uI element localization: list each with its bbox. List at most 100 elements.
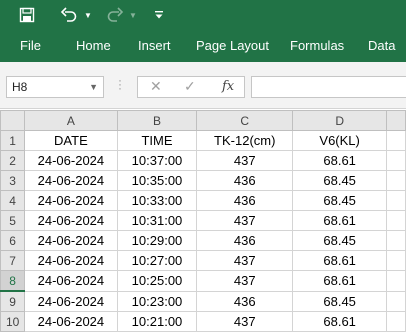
- formula-bar-resize-handle[interactable]: · · ·: [118, 74, 122, 94]
- insert-function-icon[interactable]: fx: [222, 79, 234, 94]
- row-header[interactable]: 6: [0, 230, 26, 251]
- cell[interactable]: 437: [196, 270, 294, 292]
- tab-formulas[interactable]: Formulas: [290, 38, 344, 53]
- cell[interactable]: 437: [196, 210, 294, 231]
- cell[interactable]: [386, 130, 406, 151]
- table-row: 6 24-06-2024 10:29:00 436 68.45: [0, 230, 406, 251]
- table-row: 2 24-06-2024 10:37:00 437 68.61: [0, 150, 406, 171]
- tab-data[interactable]: Data: [368, 38, 395, 53]
- table-row: 10 24-06-2024 10:21:00 437 68.61: [0, 311, 406, 332]
- save-icon[interactable]: [14, 3, 40, 27]
- customize-qat-icon[interactable]: [152, 3, 166, 27]
- cell[interactable]: 10:33:00: [116, 190, 198, 211]
- cell[interactable]: 436: [196, 170, 294, 191]
- row-header[interactable]: 10: [0, 311, 26, 332]
- cell[interactable]: [386, 290, 406, 312]
- cell[interactable]: 24-06-2024: [24, 311, 118, 332]
- formula-bar: H8 ▼ · · · ✕ ✓ fx: [0, 68, 406, 109]
- cell[interactable]: 24-06-2024: [24, 190, 118, 211]
- cell[interactable]: TIME: [116, 130, 198, 151]
- quick-access-toolbar: ▼ ▼: [0, 0, 406, 30]
- cell[interactable]: 436: [196, 290, 294, 312]
- cell[interactable]: 68.61: [292, 311, 388, 332]
- cell[interactable]: 10:37:00: [116, 150, 198, 171]
- cell[interactable]: 10:23:00: [116, 290, 198, 312]
- enter-icon[interactable]: ✓: [184, 78, 196, 95]
- cell[interactable]: TK-12(cm): [196, 130, 294, 151]
- formula-input[interactable]: [251, 76, 406, 98]
- table-row: 9 24-06-2024 10:23:00 436 68.45: [0, 290, 406, 312]
- cell[interactable]: 436: [196, 230, 294, 251]
- cell[interactable]: DATE: [24, 130, 118, 151]
- cell[interactable]: 10:31:00: [116, 210, 198, 231]
- cell[interactable]: 10:25:00: [116, 270, 198, 292]
- cell[interactable]: 68.45: [292, 230, 388, 251]
- cancel-icon[interactable]: ✕: [150, 78, 162, 95]
- column-header-a[interactable]: A: [24, 110, 118, 131]
- cell[interactable]: 24-06-2024: [24, 150, 118, 171]
- select-all-corner[interactable]: [0, 110, 26, 131]
- cell[interactable]: 437: [196, 250, 294, 271]
- row-header[interactable]: 2: [0, 150, 26, 171]
- row-header[interactable]: 3: [0, 170, 26, 191]
- cell[interactable]: 68.45: [292, 170, 388, 191]
- name-box[interactable]: H8 ▼: [6, 76, 104, 98]
- cell[interactable]: 436: [196, 190, 294, 211]
- tab-page-layout[interactable]: Page Layout: [196, 38, 269, 53]
- cell[interactable]: [386, 250, 406, 271]
- worksheet-grid: A B C D 1 DATE TIME TK-12(cm) V6(KL) 2 24-06-2…: [0, 110, 406, 332]
- tab-file[interactable]: File: [20, 38, 41, 53]
- cell[interactable]: [386, 190, 406, 211]
- cell-table: A B C D 1 DATE TIME TK-12(cm) V6(KL) 2 24-06-2…: [0, 110, 406, 332]
- cell[interactable]: [386, 311, 406, 332]
- cell[interactable]: 24-06-2024: [24, 170, 118, 191]
- ribbon-tabs: File Home Insert Page Layout Formulas Da…: [0, 30, 406, 62]
- table-row: 8 24-06-2024 10:25:00 437 68.61: [0, 270, 406, 292]
- redo-icon[interactable]: [104, 3, 126, 27]
- cell[interactable]: 24-06-2024: [24, 230, 118, 251]
- undo-dropdown-icon[interactable]: ▼: [82, 3, 94, 27]
- cell[interactable]: 24-06-2024: [24, 270, 118, 292]
- cell[interactable]: 10:35:00: [116, 170, 198, 191]
- column-header-d[interactable]: D: [292, 110, 388, 131]
- row-header[interactable]: 5: [0, 210, 26, 231]
- cell[interactable]: 24-06-2024: [24, 210, 118, 231]
- undo-icon[interactable]: [58, 3, 80, 27]
- tab-home[interactable]: Home: [76, 38, 111, 53]
- name-box-value: H8: [12, 80, 28, 94]
- row-header[interactable]: 4: [0, 190, 26, 211]
- cell[interactable]: 68.61: [292, 250, 388, 271]
- table-row: 1 DATE TIME TK-12(cm) V6(KL): [0, 130, 406, 151]
- cell[interactable]: 68.61: [292, 270, 388, 292]
- column-header-b[interactable]: B: [116, 110, 198, 131]
- cell[interactable]: 10:29:00: [116, 230, 198, 251]
- cell[interactable]: 68.61: [292, 150, 388, 171]
- redo-dropdown-icon[interactable]: ▼: [127, 3, 139, 27]
- table-row: 4 24-06-2024 10:33:00 436 68.45: [0, 190, 406, 211]
- row-header[interactable]: 9: [0, 290, 26, 312]
- column-header-c[interactable]: C: [196, 110, 294, 131]
- formula-buttons: ✕ ✓ fx: [137, 76, 245, 98]
- cell[interactable]: 437: [196, 311, 294, 332]
- cell[interactable]: V6(KL): [292, 130, 388, 151]
- cell[interactable]: 24-06-2024: [24, 250, 118, 271]
- cell[interactable]: [386, 230, 406, 251]
- tab-insert[interactable]: Insert: [138, 38, 171, 53]
- name-box-dropdown-icon[interactable]: ▼: [89, 77, 98, 97]
- cell[interactable]: [386, 150, 406, 171]
- cell[interactable]: 68.61: [292, 210, 388, 231]
- row-header[interactable]: 1: [0, 130, 26, 151]
- row-header[interactable]: 8: [0, 270, 26, 292]
- column-header-e[interactable]: [386, 110, 406, 131]
- cell[interactable]: 68.45: [292, 290, 388, 312]
- table-row: 5 24-06-2024 10:31:00 437 68.61: [0, 210, 406, 231]
- cell[interactable]: 10:21:00: [116, 311, 198, 332]
- cell[interactable]: 24-06-2024: [24, 290, 118, 312]
- cell[interactable]: 437: [196, 150, 294, 171]
- cell[interactable]: [386, 170, 406, 191]
- cell[interactable]: [386, 210, 406, 231]
- cell[interactable]: [386, 270, 406, 292]
- cell[interactable]: 10:27:00: [116, 250, 198, 271]
- cell[interactable]: 68.45: [292, 190, 388, 211]
- row-header[interactable]: 7: [0, 250, 26, 271]
